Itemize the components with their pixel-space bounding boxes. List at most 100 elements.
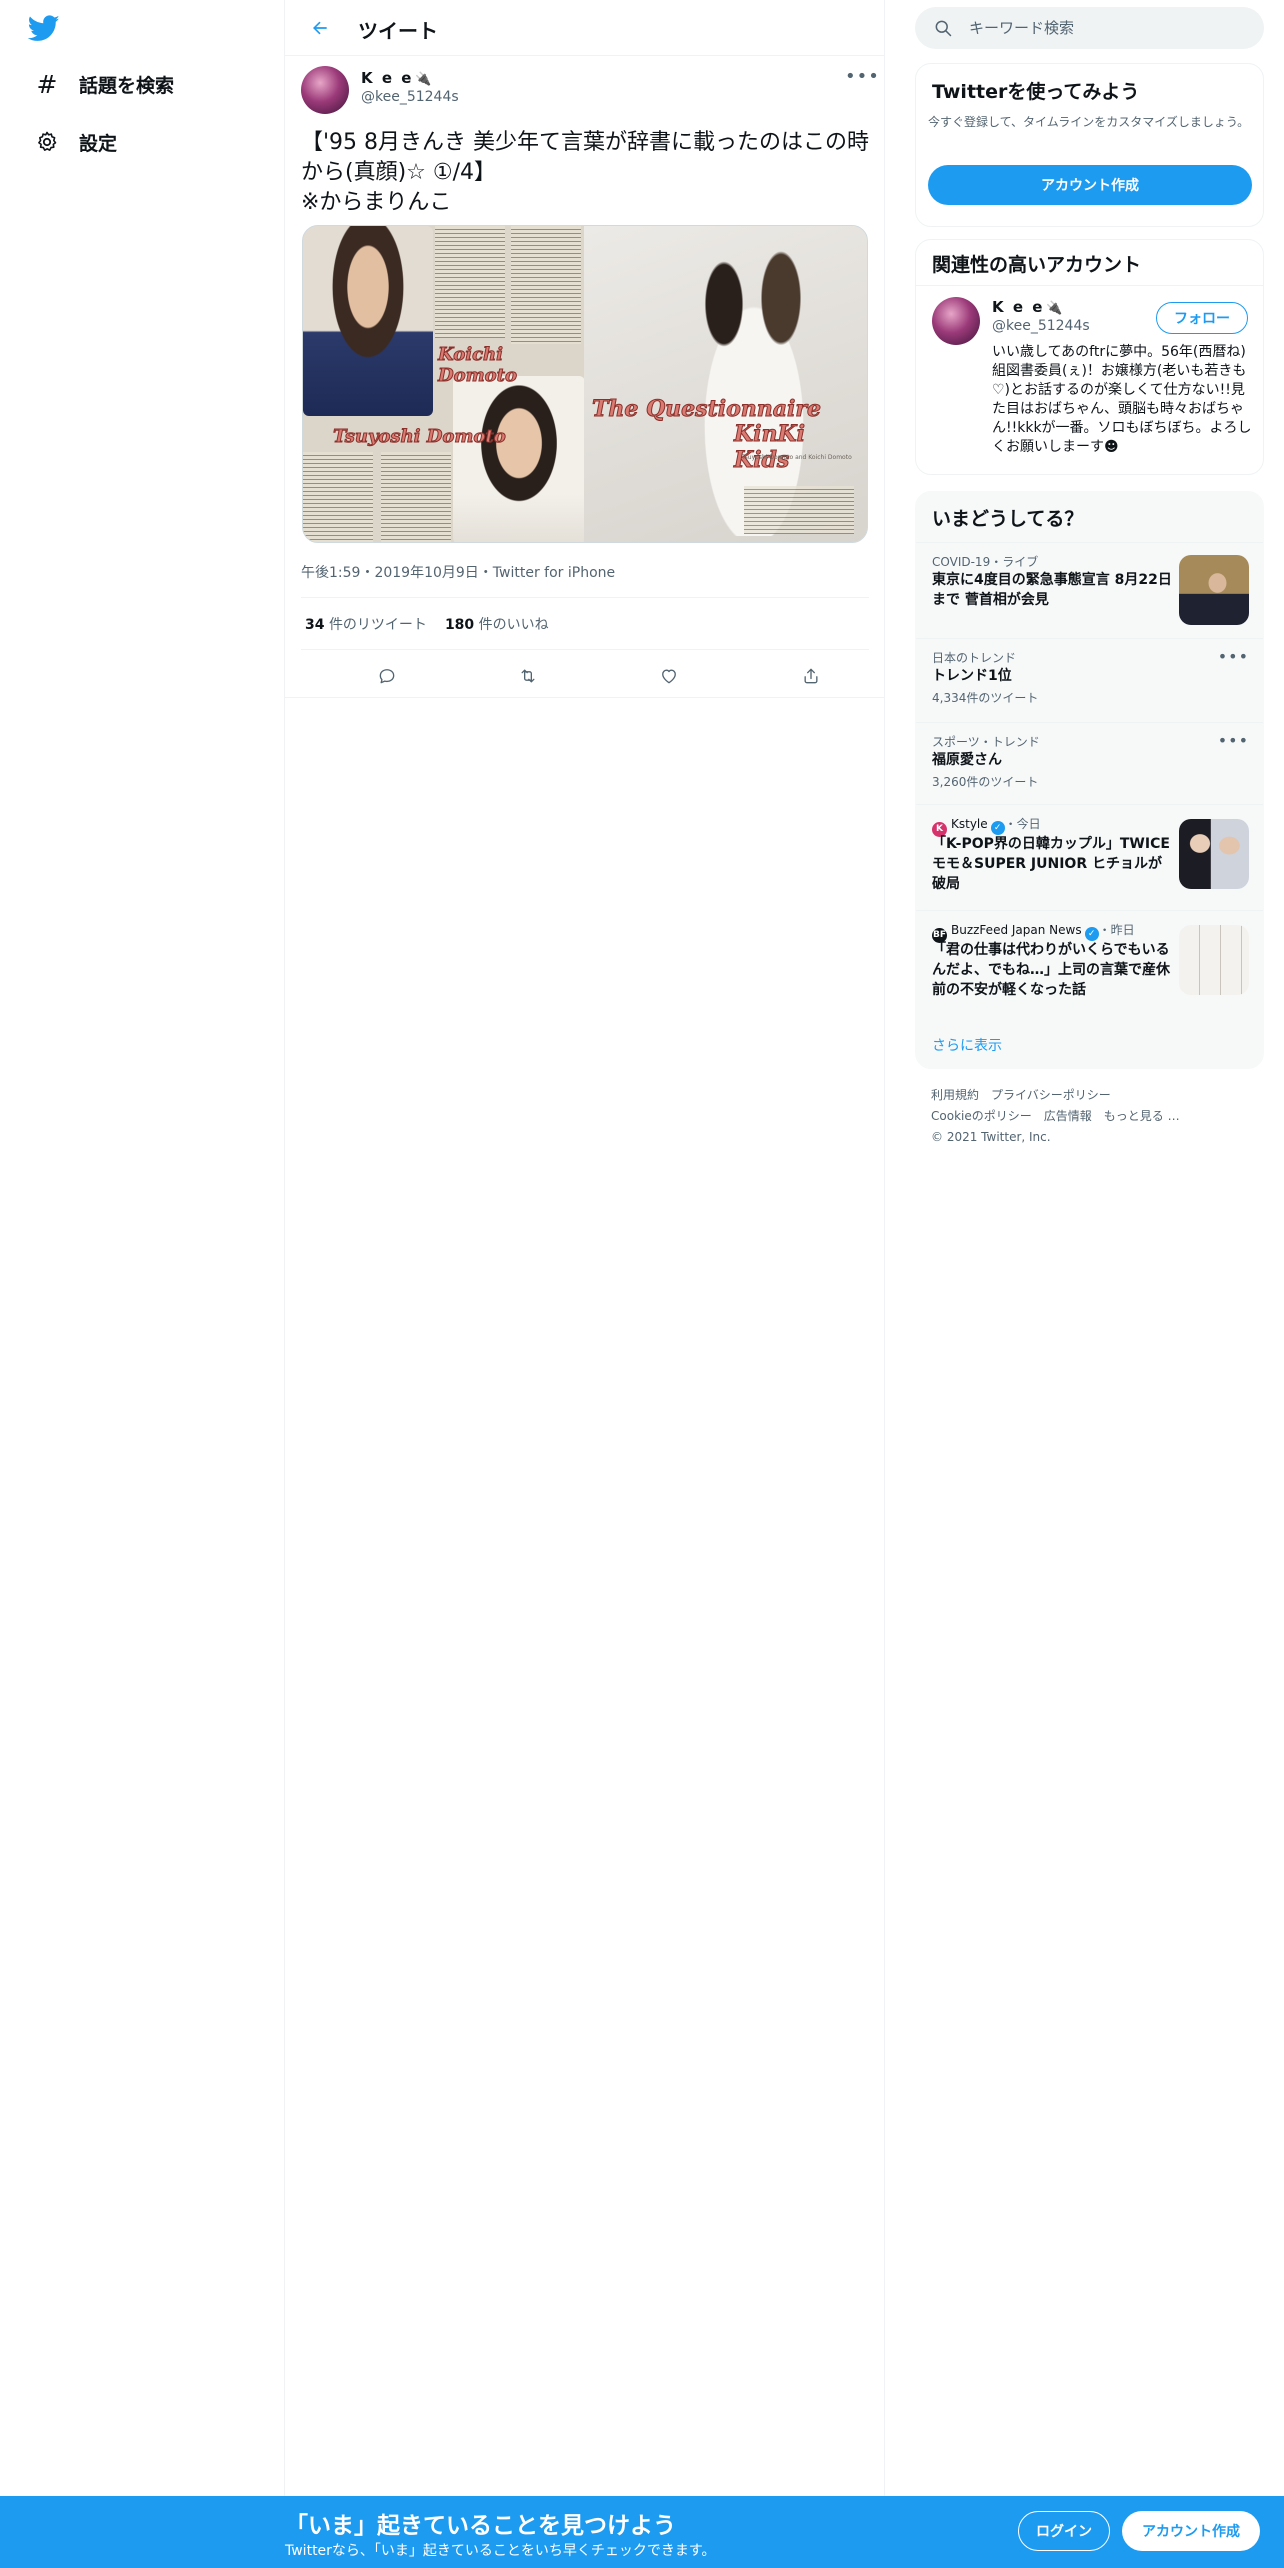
magazine-text-column bbox=[381, 452, 451, 542]
magazine-subtitle: KinKi Kids bbox=[734, 421, 806, 474]
photo-tsuyoshi bbox=[453, 376, 584, 542]
media-image-right[interactable]: The Questionnaire KinKi Kids Tsuyoshi Do… bbox=[584, 226, 867, 542]
trend-item[interactable]: スポーツ・トレンド 福原愛さん 3,260件のツイート ••• bbox=[916, 722, 1263, 804]
footer-link[interactable]: もっと見る … bbox=[1104, 1109, 1180, 1123]
plug-emoji-icon: 🔌 bbox=[1046, 301, 1065, 316]
related-account-name[interactable]: K e e 🔌 bbox=[992, 298, 1065, 316]
footer-link[interactable]: 広告情報 bbox=[1044, 1109, 1092, 1123]
trend-item[interactable]: BF BuzzFeed Japan News ✓ ・昨日 「君の仕事は代わりがいくらで… bbox=[916, 910, 1263, 1020]
gear-icon bbox=[34, 129, 60, 155]
try-twitter-card: Twitterを使ってみよう 今すぐ登録して、タイムラインをカスタマイズしましょ… bbox=[915, 63, 1264, 227]
divider bbox=[916, 285, 1263, 286]
trends-card: いまどうしてる？ COVID-19・ライブ 東京に4度目の緊急事態宣言 8月22… bbox=[915, 491, 1264, 1069]
retweet-stat[interactable]: 34 件のリツイート bbox=[305, 614, 427, 634]
main-header: ツイート bbox=[285, 0, 884, 56]
trend-more-icon[interactable]: ••• bbox=[1218, 647, 1249, 666]
trend-item[interactable]: COVID-19・ライブ 東京に4度目の緊急事態宣言 8月22日まで 菅首相が会… bbox=[916, 542, 1263, 638]
trend-headline: 福原愛さん bbox=[932, 752, 1002, 768]
retweet-icon[interactable] bbox=[513, 661, 543, 691]
magazine-name-2: Tsuyoshi Domoto bbox=[333, 426, 507, 448]
show-more-link[interactable]: さらに表示 bbox=[932, 1035, 1002, 1055]
tweet-stats: 34 件のリツイート 180 件のいいね bbox=[305, 614, 549, 634]
footer-link[interactable]: 利用規約 bbox=[931, 1088, 979, 1102]
related-account-avatar[interactable] bbox=[932, 297, 980, 345]
share-icon[interactable] bbox=[796, 661, 826, 691]
twitter-logo-icon[interactable] bbox=[27, 12, 66, 44]
footer-link[interactable]: プライバシーポリシー bbox=[991, 1088, 1111, 1102]
retweet-count: 34 bbox=[305, 617, 325, 633]
trend-headline: 「K-POP界の日韓カップル」TWICE モモ＆SUPER JUNIOR ヒチョ… bbox=[932, 836, 1170, 892]
hash-icon: # bbox=[36, 69, 58, 99]
search-input[interactable] bbox=[969, 19, 1239, 37]
photo-koichi bbox=[303, 226, 433, 416]
copyright: © 2021 Twitter, Inc. bbox=[931, 1130, 1051, 1144]
trend-context: 日本のトレンド bbox=[932, 651, 1017, 665]
tweet-author-avatar[interactable] bbox=[301, 66, 349, 114]
trend-context: スポーツ・トレンド bbox=[932, 735, 1040, 749]
trend-context: COVID-19・ライブ bbox=[932, 555, 1039, 569]
footer-link[interactable]: Cookieのポリシー bbox=[931, 1109, 1032, 1123]
follow-button[interactable]: フォロー bbox=[1156, 302, 1248, 334]
trend-thumbnail bbox=[1179, 819, 1249, 889]
related-account-handle[interactable]: @kee_51244s bbox=[992, 318, 1090, 334]
magazine-title: The Questionnaire bbox=[592, 396, 822, 423]
divider bbox=[301, 597, 869, 598]
related-accounts-title: 関連性の高いアカウント bbox=[932, 254, 1142, 276]
bottom-signup-bar: 「いま」起きていることを見つけよう Twitterなら、「いま」起きていることを… bbox=[0, 2496, 1284, 2568]
tweet-text: 【'95 8月きんき 美少年て言葉が辞書に載ったのはこの時から(真顔)☆ ①/4… bbox=[301, 130, 870, 215]
trend-count: 4,334件のツイート bbox=[932, 691, 1039, 705]
trend-item[interactable]: 日本のトレンド トレンド1位 4,334件のツイート ••• bbox=[916, 638, 1263, 722]
magazine-text-column bbox=[511, 226, 581, 344]
trend-headline: 「君の仕事は代わりがいくらでもいるんだよ、でもね…」上司の言葉で産休前の不安が軽… bbox=[932, 942, 1170, 998]
related-accounts-card: 関連性の高いアカウント K e e 🔌 @kee_51244s フォロー いい歳し… bbox=[915, 239, 1264, 475]
trend-item[interactable]: K Kstyle ✓ ・今日 「K-POP界の日韓カップル」TWICE モモ＆SUPE… bbox=[916, 804, 1263, 910]
nav-settings[interactable]: 設定 bbox=[34, 122, 117, 162]
magazine-text-column bbox=[744, 486, 854, 534]
tweet-actions bbox=[285, 653, 884, 697]
trend-headline: 東京に4度目の緊急事態宣言 8月22日まで 菅首相が会見 bbox=[932, 572, 1172, 608]
tweet-author-name[interactable]: K e e 🔌 bbox=[361, 69, 434, 87]
related-name-text: K e e bbox=[992, 298, 1045, 316]
divider bbox=[301, 649, 869, 650]
verified-icon: ✓ bbox=[990, 821, 1005, 835]
trend-thumbnail bbox=[1179, 555, 1249, 625]
page-title: ツイート bbox=[358, 19, 438, 43]
create-account-button[interactable]: アカウント作成 bbox=[928, 165, 1252, 205]
bottom-bar-subtitle: Twitterなら、「いま」起きていることをいち早くチェックできます。 bbox=[285, 2543, 716, 2559]
back-arrow-icon[interactable] bbox=[305, 13, 335, 43]
related-account-bio: いい歳してあのftrに夢中。56年(西暦ね)組図書委員(ぇ)！お嬢様方(老いも若… bbox=[992, 344, 1252, 455]
like-count: 180 bbox=[444, 617, 475, 633]
tweet-author-handle[interactable]: @kee_51244s bbox=[361, 89, 459, 105]
like-stat[interactable]: 180 件のいいね bbox=[445, 614, 549, 634]
trend-source-name: Kstyle bbox=[951, 817, 988, 831]
login-button[interactable]: ログイン bbox=[1018, 2511, 1110, 2551]
tweet-timestamp[interactable]: 午後1:59・2019年10月9日・Twitter for iPhone bbox=[301, 562, 615, 582]
verified-icon: ✓ bbox=[1084, 927, 1099, 941]
divider bbox=[285, 697, 884, 698]
nav-explore[interactable]: # 話題を検索 bbox=[34, 64, 175, 104]
more-options-icon[interactable]: ••• bbox=[845, 66, 879, 90]
left-nav: # 話題を検索 設定 bbox=[0, 0, 285, 2496]
nav-settings-label: 設定 bbox=[79, 132, 118, 155]
magazine-credit: Tsuyoshi Domoto and Koichi Domoto bbox=[742, 454, 852, 461]
trend-time: ・今日 bbox=[1004, 817, 1041, 831]
bottom-bar-title: 「いま」起きていることを見つけよう bbox=[285, 2513, 676, 2539]
search-icon bbox=[935, 20, 952, 37]
signup-button[interactable]: アカウント作成 bbox=[1122, 2511, 1260, 2551]
trend-more-icon[interactable]: ••• bbox=[1218, 731, 1249, 750]
trend-thumbnail bbox=[1179, 925, 1249, 995]
footer-links: 利用規約 プライバシーポリシー Cookieのポリシー 広告情報 もっと見る … © … bbox=[931, 1085, 1251, 1148]
magazine-name-1: Koichi Domoto bbox=[438, 344, 518, 387]
magazine-text-column bbox=[303, 452, 373, 542]
try-twitter-subtitle: 今すぐ登録して、タイムラインをカスタマイズしましょう。 bbox=[928, 115, 1250, 129]
plug-emoji-icon: 🔌 bbox=[415, 72, 434, 87]
tweet-media[interactable]: Koichi Domoto Tsuyoshi Domoto The Questi… bbox=[302, 225, 868, 543]
try-twitter-title: Twitterを使ってみよう bbox=[932, 81, 1140, 103]
magazine-text-column bbox=[435, 226, 505, 338]
media-image-left[interactable]: Koichi Domoto Tsuyoshi Domoto bbox=[303, 226, 584, 542]
like-icon[interactable] bbox=[654, 661, 684, 691]
trend-time: ・昨日 bbox=[1098, 923, 1135, 937]
reply-icon[interactable] bbox=[372, 661, 402, 691]
trend-headline: トレンド1位 bbox=[932, 668, 1012, 684]
search-box bbox=[915, 7, 1264, 49]
